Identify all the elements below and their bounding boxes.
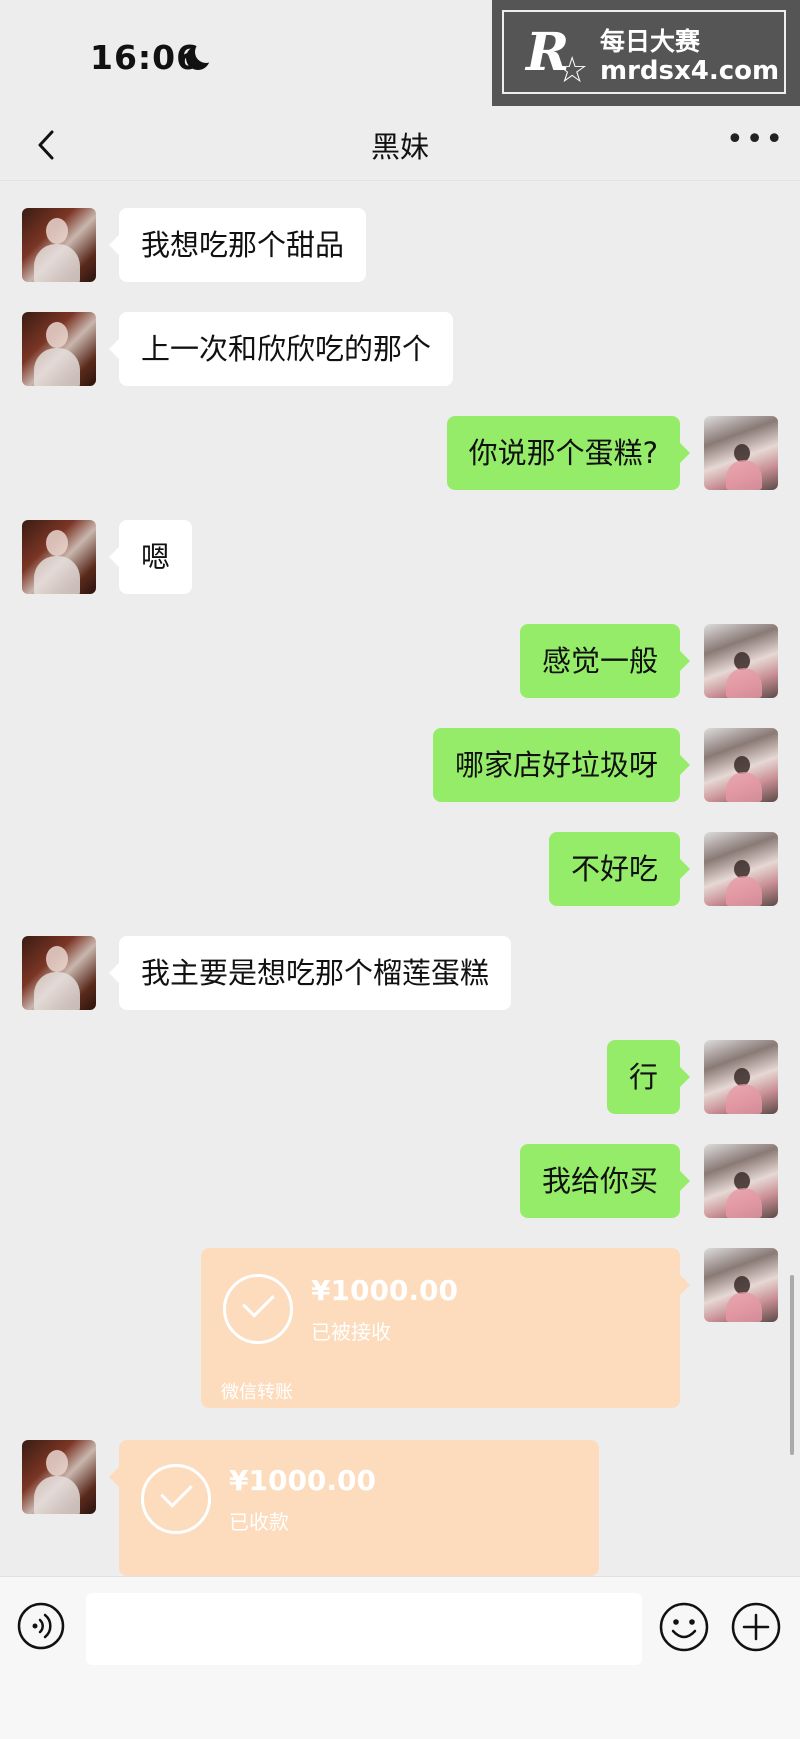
incoming-message-bubble[interactable]: 上一次和欣欣吃的那个 xyxy=(108,312,454,386)
transfer-card[interactable]: ¥1000.00 已收款 xyxy=(109,1440,599,1576)
outgoing-message-bubble[interactable]: 我给你买 xyxy=(519,1144,691,1218)
self-avatar[interactable] xyxy=(704,624,778,698)
self-avatar[interactable] xyxy=(704,1144,778,1218)
self-avatar[interactable] xyxy=(704,416,778,490)
input-bar xyxy=(0,1576,800,1739)
contact-avatar[interactable] xyxy=(22,312,96,386)
outgoing-message-bubble[interactable]: 感觉一般 xyxy=(519,624,691,698)
outgoing-message-bubble[interactable]: 哪家店好垃圾呀 xyxy=(432,728,691,802)
chat-header: 黑妹 ••• xyxy=(0,110,800,181)
contact-avatar[interactable] xyxy=(22,520,96,594)
more-options-icon[interactable]: ••• xyxy=(726,125,783,160)
transfer-status: 已收款 xyxy=(229,1510,289,1534)
chat-title: 黑妹 xyxy=(370,130,429,164)
check-circle-icon xyxy=(223,1274,293,1344)
contact-avatar[interactable] xyxy=(22,1440,96,1514)
transfer-footer: 微信转账 xyxy=(221,1382,293,1403)
self-avatar[interactable] xyxy=(704,1040,778,1114)
contact-avatar[interactable] xyxy=(22,208,96,282)
outgoing-message-bubble[interactable]: 行 xyxy=(606,1040,691,1114)
star-icon: ☆ xyxy=(556,50,589,91)
watermark-frame: R ☆ 每日大赛 mrdsx4.com xyxy=(502,10,786,94)
transfer-amount: ¥1000.00 xyxy=(311,1274,459,1307)
moon-icon xyxy=(186,41,217,70)
emoji-icon[interactable] xyxy=(658,1601,710,1653)
status-time: 16:06 xyxy=(90,38,201,77)
transfer-status: 已被接收 xyxy=(311,1320,391,1344)
self-avatar[interactable] xyxy=(704,1248,778,1322)
voice-icon[interactable] xyxy=(16,1601,66,1651)
outgoing-message-bubble[interactable]: 不好吃 xyxy=(548,832,691,906)
check-circle-icon xyxy=(141,1464,211,1534)
self-avatar[interactable] xyxy=(704,832,778,906)
incoming-message-bubble[interactable]: 我主要是想吃那个榴莲蛋糕 xyxy=(108,936,512,1010)
plus-icon[interactable] xyxy=(730,1601,782,1653)
transfer-amount: ¥1000.00 xyxy=(229,1464,377,1497)
self-avatar[interactable] xyxy=(704,728,778,802)
watermark: R ☆ 每日大赛 mrdsx4.com xyxy=(492,0,800,106)
watermark-url: mrdsx4.com xyxy=(600,56,780,86)
scrollbar[interactable] xyxy=(790,1275,794,1455)
incoming-message-bubble[interactable]: 嗯 xyxy=(108,520,193,594)
outgoing-message-bubble[interactable]: 你说那个蛋糕? xyxy=(446,416,691,490)
transfer-card[interactable]: ¥1000.00 已被接收 微信转账 xyxy=(201,1248,690,1408)
contact-avatar[interactable] xyxy=(22,936,96,1010)
watermark-name: 每日大赛 xyxy=(600,27,701,56)
incoming-message-bubble[interactable]: 我想吃那个甜品 xyxy=(108,208,367,282)
message-input[interactable] xyxy=(86,1593,642,1665)
